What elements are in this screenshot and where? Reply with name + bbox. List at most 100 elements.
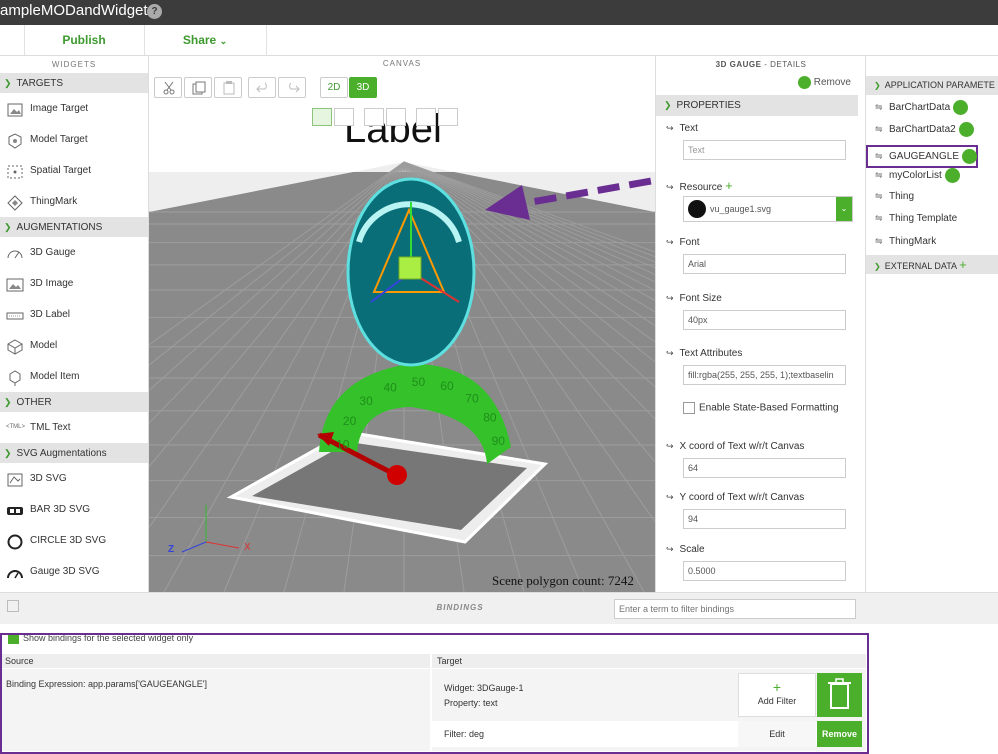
filter-text: Filter: deg <box>444 729 485 739</box>
resource-select[interactable]: vu_gauge1.svg ⌄ <box>683 196 853 222</box>
text-input[interactable]: Text <box>683 140 846 160</box>
gauge-icon <box>6 244 24 260</box>
param-item-gaugeangle[interactable]: ⇋ GAUGEANGLE <box>866 145 978 168</box>
scale-input[interactable]: 0.5000 <box>683 561 846 581</box>
label-icon <box>6 306 24 322</box>
model-item-icon <box>6 368 24 387</box>
add-icon[interactable]: + <box>959 257 967 272</box>
widget-3d-label[interactable]: 3D Label <box>0 299 148 330</box>
param-item[interactable]: ⇋ Thing Template <box>875 213 957 224</box>
checkbox[interactable] <box>683 402 695 414</box>
eye-hide-icon[interactable] <box>416 108 436 126</box>
widgets-header: WIDGETS <box>51 60 97 69</box>
binding-arrow-icon: ↪ <box>666 237 674 247</box>
edit-icon[interactable] <box>944 168 960 183</box>
remove-filter-button[interactable]: Remove <box>817 721 862 747</box>
font-size-input[interactable]: 40px <box>683 310 846 330</box>
cut-button[interactable] <box>154 77 182 98</box>
binding-arrow-icon: ↪ <box>666 348 674 358</box>
scale-prop-label: ↪ Scale <box>666 544 705 555</box>
bindings-bar: BINDINGS <box>0 592 998 624</box>
delete-binding-button[interactable] <box>817 673 862 717</box>
layers-icon[interactable] <box>334 108 354 126</box>
undo-button[interactable] <box>248 77 276 98</box>
section-targets[interactable]: ❯ TARGETS <box>0 73 148 93</box>
chevron-down-icon: ❯ <box>4 222 12 232</box>
share-button[interactable]: Share ⌄ <box>144 25 266 55</box>
param-item[interactable]: ⇋ BarChartData <box>875 100 969 115</box>
text-attributes-prop-label: ↪ Text Attributes <box>666 348 743 359</box>
thingmark-icon <box>6 193 24 212</box>
state-based-formatting[interactable]: Enable State-Based Formatting <box>683 402 839 414</box>
select-mode-icon[interactable] <box>312 108 332 126</box>
section-svg-augmentations[interactable]: ❯ SVG Augmentations <box>0 443 148 463</box>
filter-row: Filter: deg Edit <box>432 721 817 747</box>
param-item[interactable]: ⇋ Thing <box>875 191 914 202</box>
param-item[interactable]: ⇋ ThingMark <box>875 236 936 247</box>
y-coord-input[interactable]: 94 <box>683 509 846 529</box>
paste-button[interactable] <box>214 77 242 98</box>
image-target-icon <box>6 100 24 117</box>
properties-section[interactable]: ❯ PROPERTIES <box>656 95 858 116</box>
widget-3d-gauge[interactable]: 3D Gauge <box>0 237 148 268</box>
add-icon[interactable]: + <box>725 178 733 193</box>
param-item[interactable]: ⇋ myColorList <box>875 168 960 183</box>
binding-arrow-icon: ↪ <box>666 544 674 554</box>
zoom-fit-icon[interactable] <box>364 108 384 126</box>
section-other[interactable]: ❯ OTHER <box>0 392 148 412</box>
param-item[interactable]: ⇋ BarChartData2 <box>875 122 974 137</box>
zoom-selected-icon[interactable] <box>386 108 406 126</box>
paste-icon <box>223 81 235 95</box>
help-icon[interactable]: ? <box>147 4 162 19</box>
text-attributes-input[interactable]: fill:rgba(255, 255, 255, 1);textbaselin <box>683 365 846 385</box>
canvas-toolbar: 2D 3D <box>149 72 655 102</box>
widget-bar-3d-svg[interactable]: BAR 3D SVG <box>0 494 148 525</box>
gauge-scale-number: 20 <box>343 414 357 428</box>
widget-tml-text[interactable]: <TML> TML Text <box>0 412 148 443</box>
widget-circle-3d-svg[interactable]: CIRCLE 3D SVG <box>0 525 148 556</box>
chevron-down-icon: ❯ <box>4 78 12 88</box>
edit-filter-button[interactable]: Edit <box>738 721 816 747</box>
mode-2d-button[interactable]: 2D <box>320 77 348 98</box>
remove-widget-button[interactable]: Remove <box>797 76 851 89</box>
mode-3d-button[interactable]: 3D <box>349 77 377 98</box>
scissors-icon <box>163 81 175 95</box>
widget-3d-svg[interactable]: 3D SVG <box>0 463 148 494</box>
details-header: 3D GAUGE - DETAILS <box>715 60 807 69</box>
x-coord-input[interactable]: 64 <box>683 458 846 478</box>
edit-icon[interactable] <box>958 122 974 137</box>
widget-spatial-target[interactable]: Spatial Target <box>0 155 148 186</box>
svg-icon <box>6 470 24 487</box>
edit-icon[interactable] <box>953 100 969 115</box>
gauge-scale-number: 90 <box>492 434 506 448</box>
expand-icon[interactable] <box>7 600 19 612</box>
edit-icon[interactable] <box>962 149 978 164</box>
binding-arrow-icon: ↪ <box>666 441 674 451</box>
redo-button[interactable] <box>278 77 306 98</box>
app-params-section[interactable]: ❯ APPLICATION PARAMETE <box>866 76 998 95</box>
eye-show-icon[interactable] <box>438 108 458 126</box>
add-filter-button[interactable]: + Add Filter <box>738 673 816 717</box>
binding-expression: Binding Expression: app.params['GAUGEANG… <box>6 679 208 689</box>
link-icon: ⇋ <box>875 213 883 223</box>
copy-button[interactable] <box>184 77 212 98</box>
font-input[interactable]: Arial <box>683 254 846 274</box>
widget-model[interactable]: Model <box>0 330 148 361</box>
section-augmentations[interactable]: ❯ AUGMENTATIONS <box>0 217 148 237</box>
target-widget: Widget: 3DGauge-1 <box>444 683 524 693</box>
link-icon: ⇋ <box>875 151 883 162</box>
widget-thingmark[interactable]: ThingMark <box>0 186 148 217</box>
widget-gauge-3d-svg[interactable]: Gauge 3D SVG <box>0 556 148 587</box>
bindings-filter-input[interactable] <box>614 599 856 619</box>
widget-image-target[interactable]: Image Target <box>0 93 148 124</box>
external-data-section[interactable]: ❯ EXTERNAL DATA + <box>866 255 998 274</box>
widget-model-item[interactable]: Model Item <box>0 361 148 392</box>
toolbar-divider <box>266 25 267 55</box>
widget-3d-image[interactable]: 3D Image <box>0 268 148 299</box>
chevron-down-icon: ⌄ <box>219 36 228 46</box>
widget-model-target[interactable]: Model Target <box>0 124 148 155</box>
publish-button[interactable]: Publish <box>24 25 144 55</box>
source-header: Source <box>2 654 430 668</box>
copy-icon <box>192 81 206 95</box>
model-target-icon <box>6 131 24 149</box>
